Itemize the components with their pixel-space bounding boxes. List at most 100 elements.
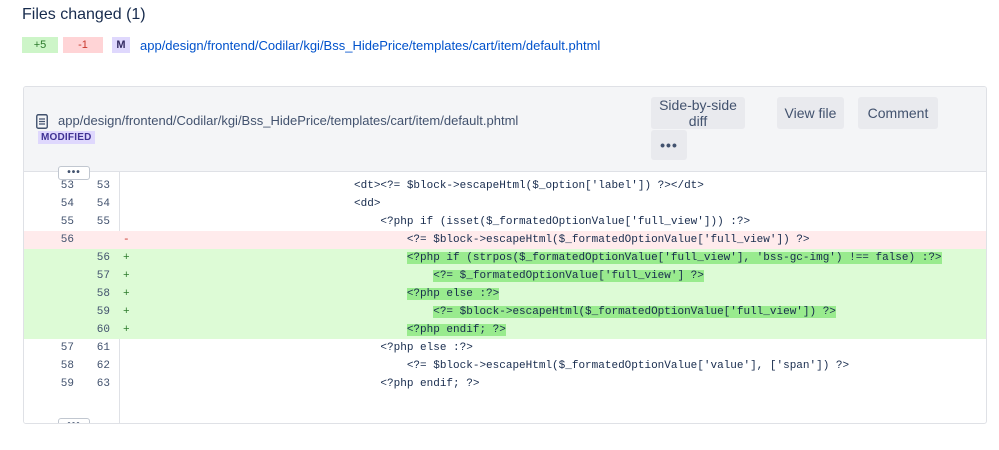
old-line-number: 54	[60, 198, 74, 210]
new-line-number: 57	[86, 267, 110, 285]
expand-context-above-button[interactable]: •••	[58, 166, 90, 180]
code-body: <?php else :?>	[406, 288, 500, 300]
diff-marker	[123, 195, 131, 213]
new-line-number: 55	[96, 216, 110, 228]
diff-marker	[123, 177, 131, 195]
diff-marker	[123, 357, 131, 375]
code-body: <?php endif; ?>	[406, 324, 506, 336]
code-text: <dt><?= $block->escapeHtml($_option['lab…	[288, 177, 704, 195]
code-text: <?php endif; ?>	[288, 375, 479, 393]
new-line-number: 63	[96, 378, 110, 390]
files-changed-title: Files changed (1)	[22, 6, 146, 23]
modified-status-badge: M	[112, 37, 130, 53]
code-body: <?= $_formatedOptionValue['full_view'] ?…	[433, 270, 704, 282]
code-body: <?php if (strpos($_formatedOptionValue['…	[406, 252, 942, 264]
diff-line-added[interactable]: 58 + <?php else :?>	[24, 285, 986, 303]
code-text: <?= $block->escapeHtml($_formatedOptionV…	[288, 303, 836, 321]
view-file-button[interactable]: View file	[777, 97, 844, 129]
new-line-number: 53	[96, 180, 110, 192]
comment-button[interactable]: Comment	[858, 97, 938, 129]
old-line-number	[50, 321, 74, 339]
old-line-number: 59	[60, 378, 74, 390]
diff-line-added[interactable]: 56 + <?php if (strpos($_formatedOptionVal…	[24, 249, 986, 267]
diff-marker	[123, 213, 131, 231]
diff-marker: +	[123, 252, 130, 264]
old-line-number	[50, 303, 74, 321]
diff-marker: +	[123, 270, 130, 282]
code-body: <?= $block->escapeHtml($_formatedOptionV…	[406, 234, 810, 246]
new-line-number: 56	[86, 249, 110, 267]
expand-context-below-button[interactable]: •••	[58, 418, 90, 423]
diff-content: 53 53 <dt><?= $block->escapeHtml($_option…	[24, 172, 986, 423]
diff-line-context[interactable]: 58 62 <?= $block->escapeHtml($_formatedOp…	[24, 357, 986, 375]
diff-line-removed[interactable]: 56 - <?= $block->escapeHtml($_formatedOpt…	[24, 231, 986, 249]
diff-marker: +	[123, 306, 130, 318]
code-text: <?php else :?>	[288, 285, 500, 303]
old-line-number: 55	[60, 216, 74, 228]
diff-line-added[interactable]: 60 + <?php endif; ?>	[24, 321, 986, 339]
diff-line-context[interactable]: 55 55 <?php if (isset($_formatedOptionVal…	[24, 213, 986, 231]
new-line-number	[86, 231, 110, 249]
new-line-number: 54	[96, 198, 110, 210]
code-text: <?php if (isset($_formatedOptionValue['f…	[288, 213, 750, 231]
file-summary-row: +5 -1 M app/design/frontend/Codilar/kgi/…	[22, 36, 600, 54]
code-body: <dd>	[354, 198, 381, 210]
new-line-number: 61	[96, 342, 110, 354]
code-body: <?php endif; ?>	[380, 378, 480, 390]
old-line-number: 58	[60, 360, 74, 372]
diff-line-context[interactable]: 54 54 <dd>	[24, 195, 986, 213]
code-body: <?php if (isset($_formatedOptionValue['f…	[380, 216, 751, 228]
code-text: <?= $block->escapeHtml($_formatedOptionV…	[288, 357, 849, 375]
new-line-number: 62	[96, 360, 110, 372]
diff-marker	[123, 339, 131, 357]
diff-line-added[interactable]: 59 + <?= $block->escapeHtml($_formatedOpt…	[24, 303, 986, 321]
diff-line-context[interactable]: 57 61 <?php else :?>	[24, 339, 986, 357]
code-text: <?= $_formatedOptionValue['full_view'] ?…	[288, 267, 704, 285]
old-line-number	[50, 249, 74, 267]
modified-lozenge: MODIFIED	[38, 131, 95, 144]
old-line-number: 57	[60, 342, 74, 354]
side-by-side-diff-button[interactable]: Side-by-side diff	[651, 97, 745, 129]
more-actions-button[interactable]: •••	[651, 130, 687, 160]
code-body: <?= $block->escapeHtml($_formatedOptionV…	[406, 360, 850, 372]
code-body: <?php else :?>	[380, 342, 473, 354]
removed-lines-badge: -1	[63, 37, 103, 53]
file-path: app/design/frontend/Codilar/kgi/Bss_Hide…	[58, 113, 519, 128]
file-header: app/design/frontend/Codilar/kgi/Bss_Hide…	[24, 87, 986, 172]
file-document-icon	[36, 114, 48, 129]
diff-line-context[interactable]: 59 63 <?php endif; ?>	[24, 375, 986, 393]
diff-marker: -	[123, 234, 130, 246]
new-line-number: 59	[86, 303, 110, 321]
code-body: <?= $block->escapeHtml($_formatedOptionV…	[433, 306, 836, 318]
diff-line-added[interactable]: 57 + <?= $_formatedOptionValue['full_view…	[24, 267, 986, 285]
file-link[interactable]: app/design/frontend/Codilar/kgi/Bss_Hide…	[140, 38, 600, 53]
diff-marker: +	[123, 288, 130, 300]
code-text: <dd>	[288, 195, 380, 213]
new-line-number: 58	[86, 285, 110, 303]
diff-marker	[123, 375, 131, 393]
code-text: <?php endif; ?>	[288, 321, 506, 339]
added-lines-badge: +5	[22, 37, 58, 53]
old-line-number	[50, 285, 74, 303]
file-diff-card: app/design/frontend/Codilar/kgi/Bss_Hide…	[23, 86, 987, 424]
code-text: <?php else :?>	[288, 339, 473, 357]
diff-line-context[interactable]: 53 53 <dt><?= $block->escapeHtml($_option…	[24, 177, 986, 195]
code-text: <?php if (strpos($_formatedOptionValue['…	[288, 249, 942, 267]
old-line-number: 56	[50, 231, 74, 249]
new-line-number: 60	[86, 321, 110, 339]
code-text: <?= $block->escapeHtml($_formatedOptionV…	[288, 231, 810, 249]
code-body: <dt><?= $block->escapeHtml($_option['lab…	[354, 180, 704, 192]
old-line-number	[50, 267, 74, 285]
